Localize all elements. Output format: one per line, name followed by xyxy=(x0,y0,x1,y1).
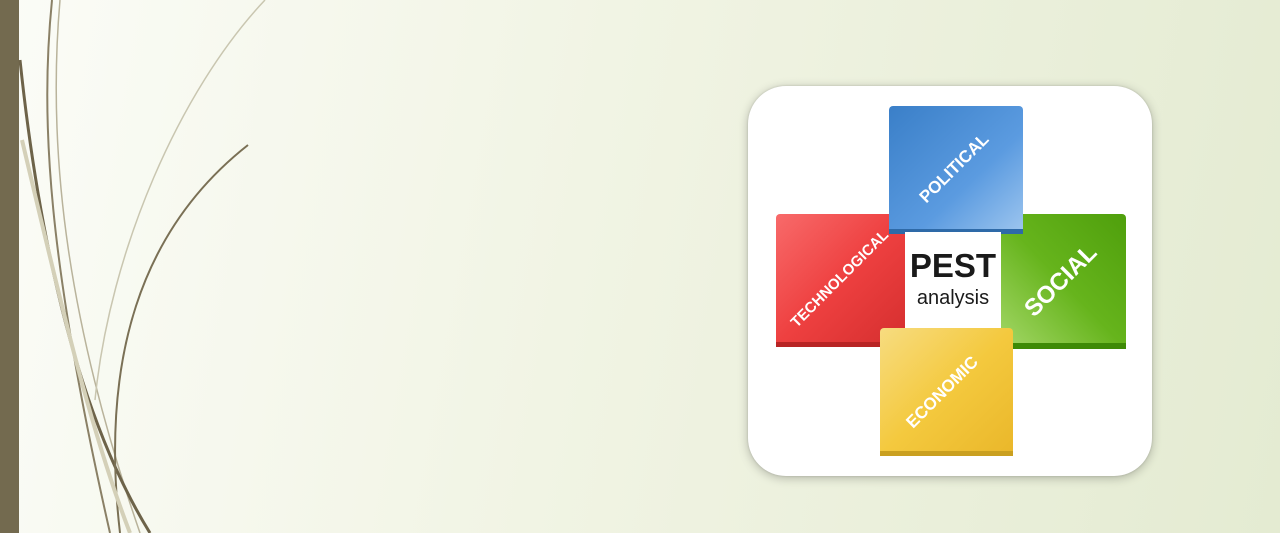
decorative-swooshes xyxy=(18,0,266,533)
pest-title: PEST xyxy=(910,247,996,284)
economic-block: ECONOMIC xyxy=(880,328,1013,456)
center-square: PEST analysis xyxy=(905,232,1001,328)
pest-analysis-card: TECHNOLOGICAL SOCIAL POLITICAL ECONOMIC … xyxy=(748,86,1152,476)
swoosh-line xyxy=(18,59,152,533)
social-block: SOCIAL xyxy=(998,214,1126,349)
pest-analysis-graphic: TECHNOLOGICAL SOCIAL POLITICAL ECONOMIC … xyxy=(776,106,1126,456)
pest-subtitle: analysis xyxy=(917,287,989,309)
swoosh-line xyxy=(114,144,249,533)
political-block: POLITICAL xyxy=(889,106,1023,234)
swoosh-line xyxy=(94,0,266,401)
technological-block: TECHNOLOGICAL xyxy=(776,214,907,347)
swoosh-line xyxy=(55,0,141,533)
